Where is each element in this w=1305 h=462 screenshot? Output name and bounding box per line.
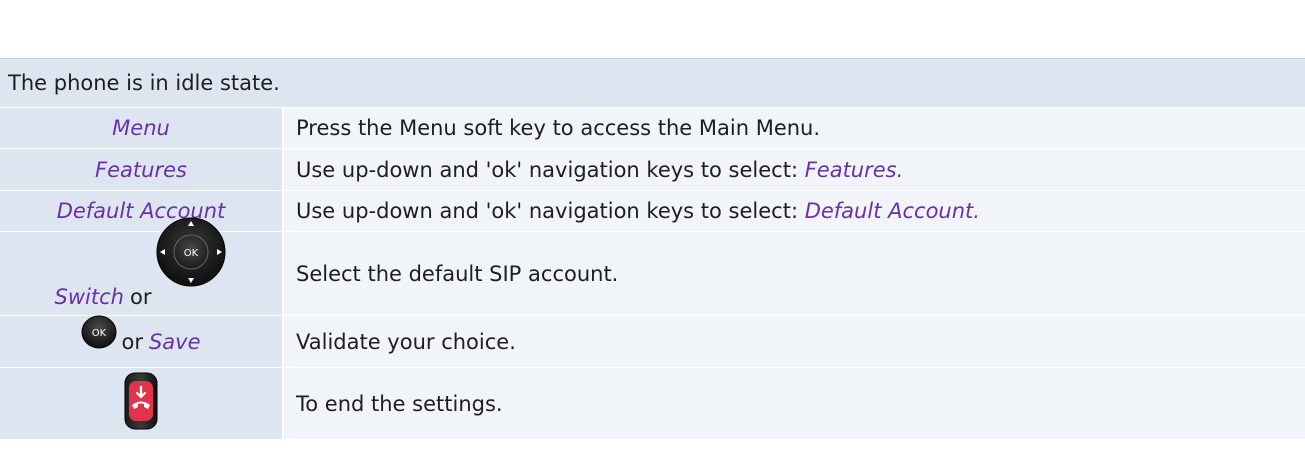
step-cell — [0, 368, 284, 439]
table-row: Menu Press the Menu soft key to access t… — [0, 108, 1305, 149]
features-label: Features — [95, 157, 187, 182]
step-description: Select the default SIP account. — [296, 261, 619, 286]
step-description: To end the settings. — [296, 391, 503, 416]
ok-key-icon: OK — [81, 315, 117, 354]
table-header: The phone is in idle state. — [0, 58, 1305, 108]
description-cell: Use up-down and 'ok' navigation keys to … — [284, 191, 1305, 231]
table-row: OK or Save Validate your choice. — [0, 315, 1305, 368]
ok-label: OK — [92, 328, 107, 339]
or-connector: or — [129, 285, 152, 309]
description-cell: Use up-down and 'ok' navigation keys to … — [284, 149, 1305, 190]
table-row: Switch or OK Select the default SIP acco… — [0, 217, 1305, 316]
menu-soft-key-label: Menu — [112, 116, 170, 140]
table-row: To end the settings. — [0, 368, 1305, 440]
step-description: Press the Menu soft key to access the Ma… — [296, 116, 821, 140]
step-description: Use up-down and 'ok' navigation keys to … — [296, 199, 980, 223]
step-cell: OK or Save — [0, 315, 284, 367]
description-text: Use up-down and 'ok' navigation keys to … — [296, 157, 805, 182]
header-text: The phone is in idle state. — [8, 71, 280, 95]
description-text: Use up-down and 'ok' navigation keys to … — [296, 199, 805, 223]
save-soft-key-label: Save — [148, 329, 201, 354]
description-cell: Select the default SIP account. — [284, 232, 1305, 315]
procedure-table: The phone is in idle state. Menu Press t… — [0, 58, 1305, 440]
description-cell: To end the settings. — [284, 368, 1305, 439]
description-emphasis: Default Account. — [804, 199, 980, 223]
end-call-key-icon — [124, 372, 158, 435]
description-emphasis: Features. — [804, 157, 904, 182]
step-description: Validate your choice. — [296, 329, 516, 354]
table-row: Features Use up-down and 'ok' navigation… — [0, 149, 1305, 191]
step-description: Use up-down and 'ok' navigation keys to … — [296, 158, 903, 182]
description-cell: Press the Menu soft key to access the Ma… — [284, 108, 1305, 148]
step-cell: Switch or OK — [0, 217, 284, 315]
description-cell: Validate your choice. — [284, 316, 1305, 367]
or-connector: or — [121, 329, 143, 354]
step-cell: Menu — [0, 108, 284, 148]
switch-soft-key-label: Switch — [54, 285, 124, 309]
step-cell: Features — [0, 149, 284, 190]
step-cell: Default Account — [0, 191, 284, 231]
navigation-pad-icon: OK — [155, 216, 227, 293]
ok-label: OK — [184, 248, 199, 259]
